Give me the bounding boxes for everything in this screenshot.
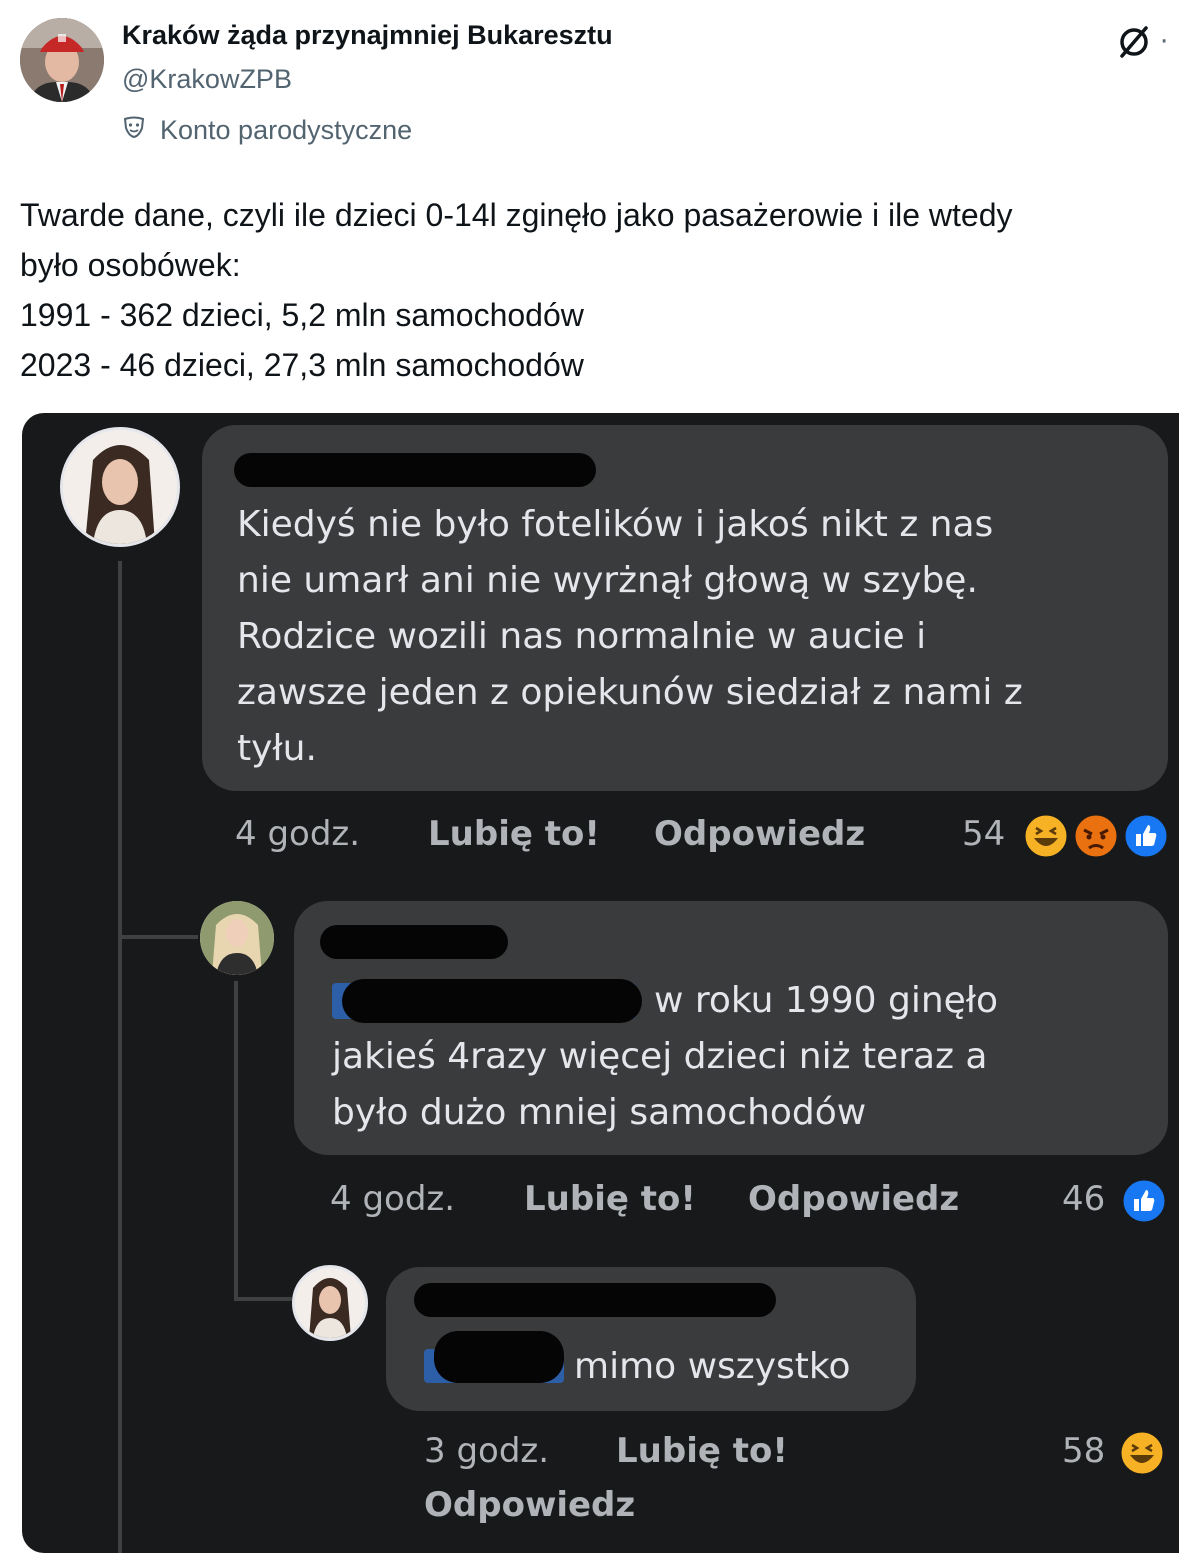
commenter-avatar[interactable] <box>292 1265 368 1341</box>
tweet-text-line: Twarde dane, czyli ile dzieci 0-14l zgin… <box>20 197 1013 233</box>
attached-screenshot[interactable]: Kiedyś nie było fotelików i jakoś nikt z… <box>22 413 1179 1553</box>
author-handle[interactable]: @KrakowZPB <box>122 64 292 95</box>
grok-icon[interactable] <box>1114 22 1154 62</box>
comment-text-line: w roku 1990 ginęło <box>654 980 999 1021</box>
comment-time[interactable]: 3 godz. <box>424 1431 549 1471</box>
comment-text-line: jakieś 4razy więcej dzieci niż teraz a <box>332 1036 988 1077</box>
thread-line <box>234 981 238 1299</box>
tweet-text-line: 1991 - 362 dzieci, 5,2 mln samochodów <box>20 297 584 333</box>
reaction-count[interactable]: 46 <box>1062 1179 1105 1219</box>
angry-icon <box>1072 812 1120 860</box>
comment-text-line: zawsze jeden z opiekunów siedział z nami… <box>237 672 1023 713</box>
commenter-avatar[interactable] <box>60 427 180 547</box>
comment-text-line: nie umarł ani nie wyrżnął głową w szybę. <box>237 560 978 601</box>
like-button[interactable]: Lubię to! <box>428 814 600 854</box>
thread-line <box>118 935 198 939</box>
thread-line <box>234 1297 292 1301</box>
comment-time[interactable]: 4 godz. <box>330 1179 455 1219</box>
more-options-button[interactable]: · <box>1160 22 1179 62</box>
comment-time[interactable]: 4 godz. <box>235 814 360 854</box>
tweet-text-line: 2023 - 46 dzieci, 27,3 mln samochodów <box>20 347 584 383</box>
comment-text-line: było dużo mniej samochodów <box>332 1092 867 1133</box>
comment-text-line: tyłu. <box>237 728 317 769</box>
like-icon <box>1120 1177 1168 1225</box>
tweet-text-line: było osobówek: <box>20 247 241 283</box>
thread-line <box>118 561 122 1553</box>
commenter-avatar[interactable] <box>200 901 274 975</box>
comment-text: mimo wszystko <box>574 1339 850 1395</box>
reply-button[interactable]: Odpowiedz <box>654 814 865 854</box>
redacted-name <box>234 453 596 487</box>
reply-button[interactable]: Odpowiedz <box>748 1179 959 1219</box>
redacted-mention <box>434 1331 564 1383</box>
parody-label: Konto parodystyczne <box>160 114 413 145</box>
comment-text: w roku 1990 ginęło jakieś 4razy więcej d… <box>332 973 1152 1141</box>
redacted-name <box>414 1283 776 1317</box>
author-avatar[interactable] <box>20 18 104 102</box>
reaction-count[interactable]: 58 <box>1062 1431 1105 1471</box>
author-name[interactable]: Kraków żąda przynajmniej Bukaresztu <box>122 20 613 51</box>
comment-text-line: mimo wszystko <box>574 1346 851 1387</box>
parody-mask-icon <box>122 115 146 146</box>
parody-account-badge: Konto parodystyczne <box>122 112 412 148</box>
tweet-text: Twarde dane, czyli ile dzieci 0-14l zgin… <box>20 190 1160 390</box>
redacted-name <box>320 925 508 959</box>
comment-text-line: Rodzice wozili nas normalnie w aucie i <box>237 616 927 657</box>
reply-button[interactable]: Odpowiedz <box>424 1485 635 1525</box>
like-button[interactable]: Lubię to! <box>524 1179 696 1219</box>
reaction-count[interactable]: 54 <box>962 814 1005 854</box>
comment-text: Kiedyś nie było fotelików i jakoś nikt z… <box>237 497 1023 777</box>
haha-icon <box>1118 1429 1166 1477</box>
like-button[interactable]: Lubię to! <box>616 1431 788 1471</box>
haha-icon <box>1022 812 1070 860</box>
comment-text-line: Kiedyś nie było fotelików i jakoś nikt z… <box>237 504 994 545</box>
like-icon <box>1122 812 1170 860</box>
